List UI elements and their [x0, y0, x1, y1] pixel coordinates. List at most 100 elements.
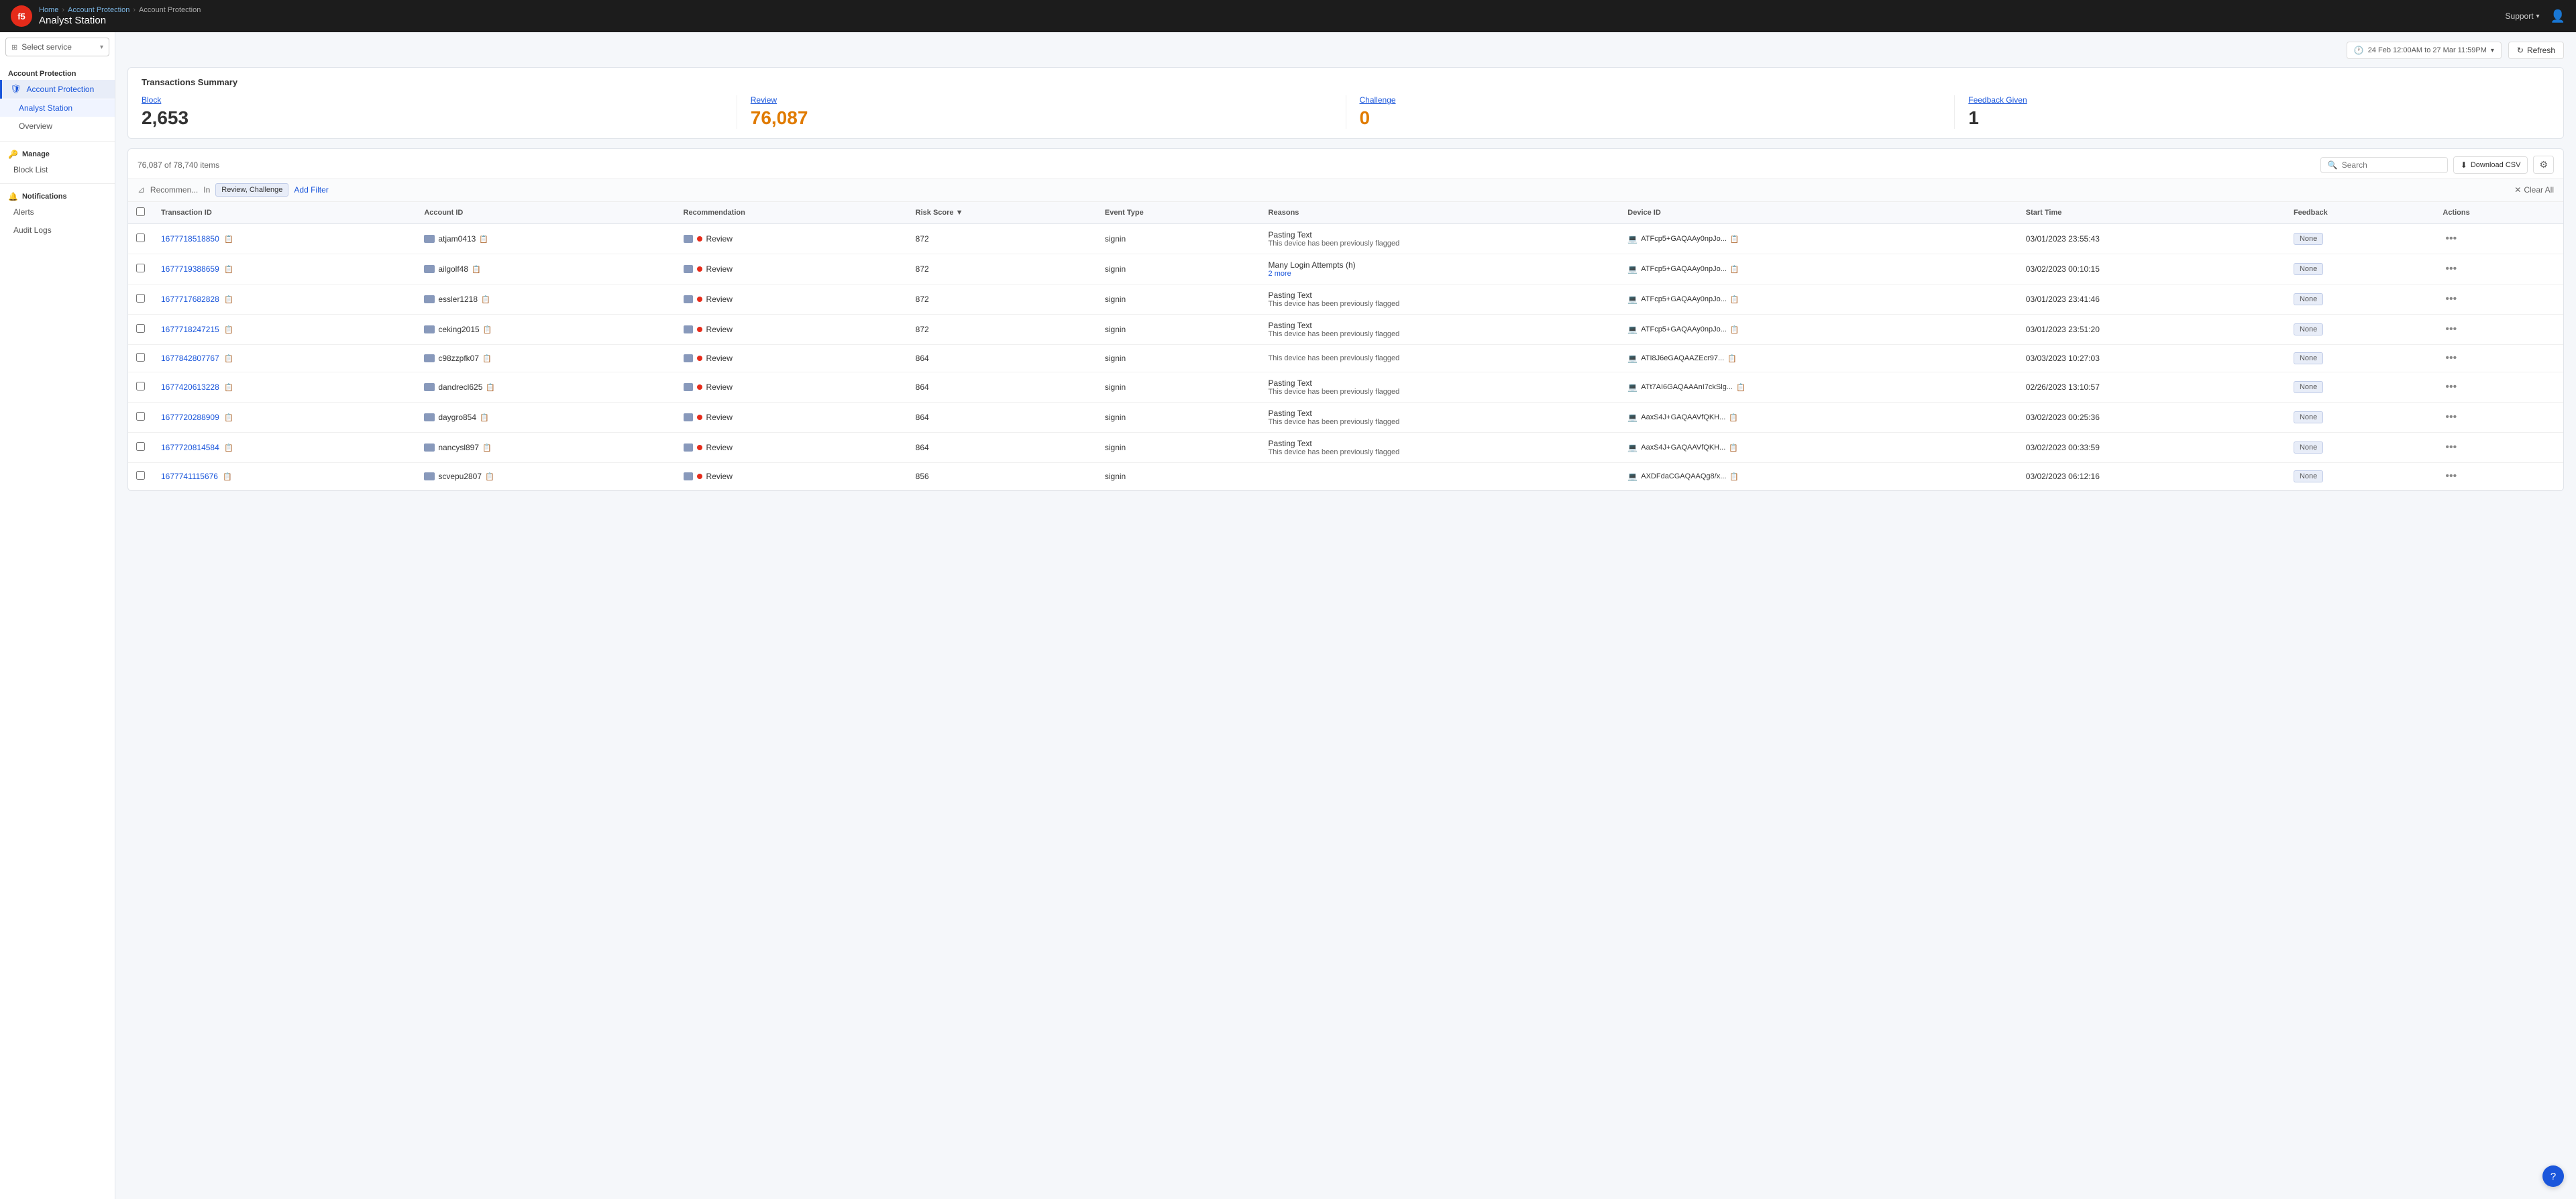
- clear-all-button[interactable]: ✕ Clear All: [2514, 185, 2554, 195]
- summary-item-feedback-given-label[interactable]: Feedback Given: [1968, 95, 2550, 105]
- sidebar-item-analyst-station[interactable]: Analyst Station: [0, 99, 115, 117]
- col-header-device-id[interactable]: Device ID: [1619, 202, 2018, 224]
- actions-menu-button[interactable]: •••: [2443, 351, 2459, 366]
- col-header-account-id[interactable]: Account ID: [416, 202, 675, 224]
- device-copy-icon[interactable]: 📋: [1727, 354, 1737, 363]
- col-header-start-time[interactable]: Start Time: [2018, 202, 2286, 224]
- row-checkbox[interactable]: [136, 324, 145, 333]
- device-copy-icon[interactable]: 📋: [1729, 444, 1738, 452]
- transaction-id-link[interactable]: 1677719388659: [161, 264, 219, 274]
- feedback-badge[interactable]: None: [2294, 293, 2323, 305]
- help-button[interactable]: ?: [2542, 1165, 2564, 1187]
- account-copy-icon[interactable]: 📋: [483, 325, 492, 334]
- account-copy-icon[interactable]: 📋: [479, 235, 488, 244]
- account-copy-icon[interactable]: 📋: [486, 383, 495, 392]
- col-header-reasons[interactable]: Reasons: [1260, 202, 1620, 224]
- filter-tag[interactable]: Review, Challenge: [215, 183, 288, 197]
- search-input[interactable]: [2342, 160, 2440, 170]
- refresh-button[interactable]: ↻ Refresh: [2508, 42, 2564, 59]
- actions-menu-button[interactable]: •••: [2443, 262, 2459, 276]
- feedback-badge[interactable]: None: [2294, 441, 2323, 454]
- col-header-recommendation[interactable]: Recommendation: [676, 202, 908, 224]
- device-copy-icon[interactable]: 📋: [1729, 413, 1738, 422]
- breadcrumb-home[interactable]: Home: [39, 6, 58, 14]
- copy-icon[interactable]: 📋: [223, 473, 232, 481]
- copy-icon[interactable]: 📋: [224, 414, 233, 422]
- row-checkbox[interactable]: [136, 442, 145, 451]
- row-checkbox[interactable]: [136, 294, 145, 303]
- copy-icon[interactable]: 📋: [224, 444, 233, 452]
- summary-item-block-label[interactable]: Block: [142, 95, 723, 105]
- feedback-badge[interactable]: None: [2294, 352, 2323, 364]
- sidebar-item-audit-logs[interactable]: Audit Logs: [0, 221, 115, 239]
- col-header-feedback[interactable]: Feedback: [2286, 202, 2434, 224]
- device-copy-icon[interactable]: 📋: [1729, 472, 1739, 481]
- transaction-id-link[interactable]: 1677718247215: [161, 325, 219, 334]
- actions-menu-button[interactable]: •••: [2443, 322, 2459, 337]
- table-settings-button[interactable]: ⚙: [2533, 156, 2554, 174]
- add-filter-button[interactable]: Add Filter: [294, 185, 328, 195]
- copy-icon[interactable]: 📋: [224, 384, 233, 392]
- copy-icon[interactable]: 📋: [224, 266, 233, 274]
- actions-menu-button[interactable]: •••: [2443, 380, 2459, 395]
- actions-menu-button[interactable]: •••: [2443, 292, 2459, 307]
- f5-logo[interactable]: f5: [11, 5, 32, 27]
- service-selector[interactable]: ⊞ Select service ▾: [5, 38, 109, 56]
- row-checkbox[interactable]: [136, 353, 145, 362]
- actions-menu-button[interactable]: •••: [2443, 469, 2459, 484]
- actions-menu-button[interactable]: •••: [2443, 231, 2459, 246]
- feedback-badge[interactable]: None: [2294, 323, 2323, 335]
- row-checkbox[interactable]: [136, 412, 145, 421]
- device-copy-icon[interactable]: 📋: [1730, 325, 1739, 334]
- feedback-badge[interactable]: None: [2294, 470, 2323, 482]
- breadcrumb-account-protection[interactable]: Account Protection: [68, 6, 129, 14]
- summary-item-challenge-label[interactable]: Challenge: [1360, 95, 1941, 105]
- reasons-more-link[interactable]: 2 more: [1269, 270, 1612, 278]
- account-copy-icon[interactable]: 📋: [482, 354, 492, 363]
- account-copy-icon[interactable]: 📋: [482, 444, 492, 452]
- device-copy-icon[interactable]: 📋: [1730, 265, 1739, 274]
- copy-icon[interactable]: 📋: [224, 236, 233, 244]
- transaction-id-link[interactable]: 1677842807767: [161, 354, 219, 363]
- account-copy-icon[interactable]: 📋: [480, 413, 489, 422]
- support-button[interactable]: Support ▾: [2506, 11, 2540, 21]
- copy-icon[interactable]: 📋: [224, 326, 233, 334]
- col-header-transaction-id[interactable]: Transaction ID: [153, 202, 416, 224]
- feedback-badge[interactable]: None: [2294, 233, 2323, 245]
- copy-icon[interactable]: 📋: [224, 296, 233, 304]
- download-csv-button[interactable]: ⬇ Download CSV: [2453, 156, 2528, 174]
- account-copy-icon[interactable]: 📋: [472, 265, 481, 274]
- copy-icon[interactable]: 📋: [224, 355, 233, 363]
- sidebar-item-overview[interactable]: Overview: [0, 117, 115, 135]
- row-checkbox[interactable]: [136, 233, 145, 242]
- account-copy-icon[interactable]: 📋: [481, 295, 490, 304]
- transaction-id-link[interactable]: 1677718518850: [161, 234, 219, 244]
- row-checkbox[interactable]: [136, 382, 145, 390]
- col-header-risk-score[interactable]: Risk Score ▼: [908, 202, 1097, 224]
- device-copy-icon[interactable]: 📋: [1730, 235, 1739, 244]
- sidebar-item-alerts[interactable]: Alerts: [0, 203, 115, 221]
- feedback-badge[interactable]: None: [2294, 263, 2323, 275]
- transaction-id-link[interactable]: 1677720288909: [161, 413, 219, 422]
- transaction-id-link[interactable]: 1677717682828: [161, 295, 219, 304]
- date-range-selector[interactable]: 🕐 24 Feb 12:00AM to 27 Mar 11:59PM ▾: [2347, 42, 2502, 59]
- feedback-badge[interactable]: None: [2294, 411, 2323, 423]
- device-copy-icon[interactable]: 📋: [1736, 383, 1746, 392]
- actions-menu-button[interactable]: •••: [2443, 410, 2459, 425]
- user-icon-button[interactable]: 👤: [2551, 9, 2565, 23]
- transaction-id-link[interactable]: 1677420613228: [161, 382, 219, 392]
- actions-menu-button[interactable]: •••: [2443, 440, 2459, 455]
- row-checkbox[interactable]: [136, 471, 145, 480]
- account-copy-icon[interactable]: 📋: [485, 472, 494, 481]
- summary-item-review-label[interactable]: Review: [751, 95, 1332, 105]
- transaction-id-link[interactable]: 1677720814584: [161, 443, 219, 452]
- col-header-event-type[interactable]: Event Type: [1097, 202, 1260, 224]
- select-all-checkbox[interactable]: [136, 207, 145, 216]
- row-checkbox[interactable]: [136, 264, 145, 272]
- sidebar-item-block-list[interactable]: Block List: [0, 161, 115, 178]
- sidebar-item-account-protection[interactable]: 🛡 Account Protection: [0, 80, 115, 99]
- transaction-id-link[interactable]: 1677741115676: [161, 472, 218, 481]
- device-icon: 💻: [1627, 325, 1638, 334]
- device-copy-icon[interactable]: 📋: [1730, 295, 1739, 304]
- feedback-badge[interactable]: None: [2294, 381, 2323, 393]
